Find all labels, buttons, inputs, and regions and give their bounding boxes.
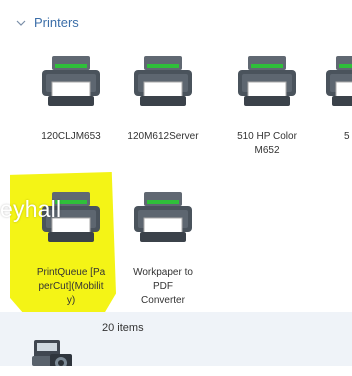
- printers-group-header[interactable]: Printers: [16, 15, 79, 30]
- chevron-down-icon[interactable]: [16, 18, 26, 28]
- bottom-strip: [0, 366, 352, 372]
- status-bar: 20 items: [0, 312, 352, 372]
- item-count: 20 items: [102, 322, 144, 334]
- printer-label: Workpaper to PDF Converter: [133, 267, 193, 306]
- group-title: Printers: [34, 15, 79, 30]
- printer-item[interactable]: 510 HP Color M652: [220, 52, 314, 172]
- printer-item[interactable]: 120M612Server: [116, 52, 210, 172]
- printer-label: PrintQueue [PaperCut](Mobility): [36, 267, 106, 306]
- printer-item[interactable]: Workpaper to PDF Converter: [116, 188, 210, 308]
- printer-icon: [42, 56, 100, 106]
- printer-item[interactable]: 120CLJM653: [24, 52, 118, 172]
- overlay-text: eyhall: [0, 196, 62, 222]
- printer-item[interactable]: 5: [322, 52, 352, 172]
- printer-label: 510 HP Color M652: [237, 131, 297, 156]
- printer-icon: [326, 56, 352, 106]
- printer-label: 120CLJM653: [41, 131, 101, 142]
- printer-label: 120M612Server: [127, 131, 199, 142]
- printer-icon: [134, 192, 192, 242]
- printer-icon: [134, 56, 192, 106]
- printer-icon: [238, 56, 296, 106]
- printer-label: 5: [344, 131, 350, 142]
